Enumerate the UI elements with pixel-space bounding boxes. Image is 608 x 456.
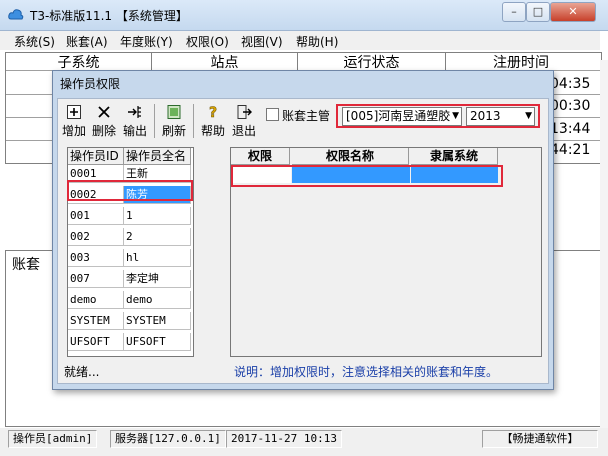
operator-id-cell[interactable]: SYSTEM <box>68 312 124 330</box>
operator-id-cell[interactable]: demo <box>68 291 124 309</box>
add-button[interactable]: 增加 <box>61 102 87 139</box>
account-supervisor-checkbox[interactable] <box>266 108 279 121</box>
operator-id-cell[interactable]: 001 <box>68 207 124 225</box>
add-label: 增加 <box>61 124 86 138</box>
window-title: T3-标准版11.1 【系统管理】 <box>30 9 188 23</box>
delete-button[interactable]: 删除 <box>91 102 117 139</box>
export-button[interactable]: 输出 <box>122 102 148 139</box>
account-supervisor-label: 账套主管 <box>282 109 331 123</box>
selected-operator-highlight <box>67 180 193 201</box>
col-subsystem: 子系统 <box>6 52 152 71</box>
help-icon: ? <box>209 105 218 120</box>
refresh-button[interactable]: 刷新 <box>161 102 187 139</box>
maximize-button[interactable]: □ <box>526 2 550 22</box>
col-operator-id[interactable]: 操作员ID <box>68 148 124 165</box>
menu-year-account[interactable]: 年度账(Y) <box>120 33 173 50</box>
refresh-icon <box>167 105 181 119</box>
register-time-cell: 44:21 <box>550 142 591 158</box>
col-parent-system[interactable]: 隶属系统 <box>411 148 498 165</box>
account-select-value: [005]河南昱通塑胶 <box>346 109 451 123</box>
operator-name-cell[interactable]: 李定坤 <box>124 270 191 288</box>
toolbar-divider <box>154 104 155 138</box>
operator-name-cell[interactable]: UFSOFT <box>124 333 191 351</box>
col-operator-name[interactable]: 操作员全名 <box>124 148 191 165</box>
status-datetime: 2017-11-27 10:13 <box>226 430 342 448</box>
col-permission[interactable]: 权限 <box>231 148 290 165</box>
exit-button[interactable]: 退出 <box>231 102 257 139</box>
account-label: 账套 <box>12 257 40 273</box>
refresh-label: 刷新 <box>161 124 186 138</box>
permission-row-highlight <box>231 165 503 187</box>
col-permission-name[interactable]: 权限名称 <box>292 148 409 165</box>
col-site: 站点 <box>152 52 298 71</box>
chevron-down-icon: ▼ <box>452 111 459 121</box>
register-time-cell: 13:44 <box>550 121 591 137</box>
dialog-title: 操作员权限 <box>60 77 121 91</box>
operator-name-cell[interactable]: 1 <box>124 207 191 225</box>
help-button[interactable]: ? 帮助 <box>200 102 226 139</box>
menu-permission[interactable]: 权限(O) <box>186 33 229 50</box>
account-select[interactable]: [005]河南昱通塑胶 ▼ <box>342 107 462 126</box>
operator-name-cell[interactable]: demo <box>124 291 191 309</box>
chevron-down-icon: ▼ <box>525 111 532 121</box>
status-operator: 操作员[admin] <box>8 430 98 448</box>
minimize-button[interactable]: – <box>502 2 526 22</box>
svg-text:?: ? <box>209 105 217 120</box>
delete-label: 删除 <box>91 124 116 138</box>
menu-view[interactable]: 视图(V) <box>241 33 283 50</box>
operator-name-cell[interactable]: SYSTEM <box>124 312 191 330</box>
exit-icon <box>237 105 252 119</box>
year-select[interactable]: 2013 ▼ <box>466 107 535 126</box>
operator-id-cell[interactable]: 003 <box>68 249 124 267</box>
close-button[interactable]: ✕ <box>550 2 596 22</box>
col-run-status: 运行状态 <box>298 52 446 71</box>
status-brand: 【畅捷通软件】 <box>482 430 598 448</box>
delete-icon <box>98 106 110 118</box>
menu-account[interactable]: 账套(A) <box>66 33 108 50</box>
help-label: 帮助 <box>200 124 225 138</box>
status-server: 服务器[127.0.0.1] <box>110 430 226 448</box>
menu-help[interactable]: 帮助(H) <box>296 33 338 50</box>
operator-name-cell[interactable]: hl <box>124 249 191 267</box>
year-select-value: 2013 <box>470 109 501 123</box>
operator-id-cell[interactable]: UFSOFT <box>68 333 124 351</box>
toolbar-divider <box>193 104 194 138</box>
menu-system[interactable]: 系统(S) <box>14 33 55 50</box>
permission-note: 说明：增加权限时，注意选择相关的账套和年度。 <box>234 365 499 379</box>
operator-name-cell[interactable]: 2 <box>124 228 191 246</box>
add-icon <box>67 105 81 119</box>
right-edge <box>600 60 608 440</box>
exit-label: 退出 <box>231 124 256 138</box>
operator-id-cell[interactable]: 002 <box>68 228 124 246</box>
register-time-cell: 00:30 <box>550 98 591 114</box>
col-register-time: 注册时间 <box>493 55 549 71</box>
export-icon <box>128 106 141 118</box>
operator-id-cell[interactable]: 007 <box>68 270 124 288</box>
register-time-cell: 04:35 <box>550 76 591 92</box>
dialog-status: 就绪... <box>64 365 100 379</box>
export-label: 输出 <box>122 124 147 138</box>
app-logo-icon <box>8 9 24 20</box>
